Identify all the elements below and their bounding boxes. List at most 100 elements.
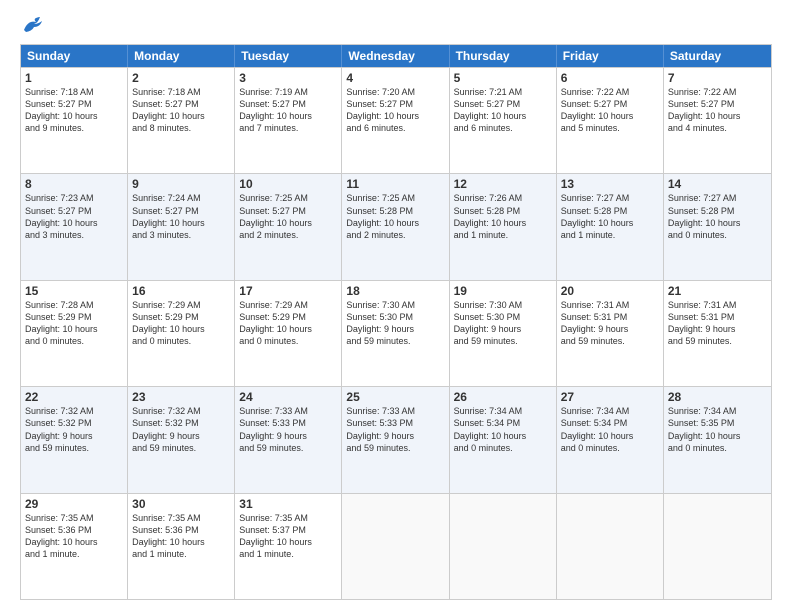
table-row: 11Sunrise: 7:25 AM Sunset: 5:28 PM Dayli… [342, 174, 449, 279]
day-number: 8 [25, 177, 123, 191]
cell-info: Sunrise: 7:26 AM Sunset: 5:28 PM Dayligh… [454, 192, 552, 241]
calendar-week-3: 15Sunrise: 7:28 AM Sunset: 5:29 PM Dayli… [21, 280, 771, 386]
header [20, 16, 772, 34]
table-row: 5Sunrise: 7:21 AM Sunset: 5:27 PM Daylig… [450, 68, 557, 173]
cell-info: Sunrise: 7:21 AM Sunset: 5:27 PM Dayligh… [454, 86, 552, 135]
day-number: 3 [239, 71, 337, 85]
cell-info: Sunrise: 7:27 AM Sunset: 5:28 PM Dayligh… [668, 192, 767, 241]
day-number: 16 [132, 284, 230, 298]
weekday-friday: Friday [557, 45, 664, 67]
day-number: 31 [239, 497, 337, 511]
cell-info: Sunrise: 7:30 AM Sunset: 5:30 PM Dayligh… [346, 299, 444, 348]
cell-info: Sunrise: 7:34 AM Sunset: 5:34 PM Dayligh… [561, 405, 659, 454]
weekday-wednesday: Wednesday [342, 45, 449, 67]
day-number: 30 [132, 497, 230, 511]
day-number: 19 [454, 284, 552, 298]
cell-info: Sunrise: 7:22 AM Sunset: 5:27 PM Dayligh… [561, 86, 659, 135]
cell-info: Sunrise: 7:20 AM Sunset: 5:27 PM Dayligh… [346, 86, 444, 135]
day-number: 25 [346, 390, 444, 404]
table-row [450, 494, 557, 599]
table-row: 16Sunrise: 7:29 AM Sunset: 5:29 PM Dayli… [128, 281, 235, 386]
calendar-week-5: 29Sunrise: 7:35 AM Sunset: 5:36 PM Dayli… [21, 493, 771, 599]
cell-info: Sunrise: 7:29 AM Sunset: 5:29 PM Dayligh… [239, 299, 337, 348]
day-number: 14 [668, 177, 767, 191]
table-row: 27Sunrise: 7:34 AM Sunset: 5:34 PM Dayli… [557, 387, 664, 492]
cell-info: Sunrise: 7:29 AM Sunset: 5:29 PM Dayligh… [132, 299, 230, 348]
table-row [342, 494, 449, 599]
cell-info: Sunrise: 7:18 AM Sunset: 5:27 PM Dayligh… [132, 86, 230, 135]
day-number: 9 [132, 177, 230, 191]
table-row: 7Sunrise: 7:22 AM Sunset: 5:27 PM Daylig… [664, 68, 771, 173]
cell-info: Sunrise: 7:25 AM Sunset: 5:28 PM Dayligh… [346, 192, 444, 241]
weekday-tuesday: Tuesday [235, 45, 342, 67]
table-row: 17Sunrise: 7:29 AM Sunset: 5:29 PM Dayli… [235, 281, 342, 386]
calendar-week-2: 8Sunrise: 7:23 AM Sunset: 5:27 PM Daylig… [21, 173, 771, 279]
calendar-week-4: 22 Sunrise: 7:32 AM Sunset: 5:32 PM Dayli… [21, 386, 771, 492]
table-row: 6Sunrise: 7:22 AM Sunset: 5:27 PM Daylig… [557, 68, 664, 173]
cell-info: Sunrise: 7:19 AM Sunset: 5:27 PM Dayligh… [239, 86, 337, 135]
weekday-monday: Monday [128, 45, 235, 67]
table-row [664, 494, 771, 599]
day-number: 13 [561, 177, 659, 191]
table-row: 26Sunrise: 7:34 AM Sunset: 5:34 PM Dayli… [450, 387, 557, 492]
table-row: 20Sunrise: 7:31 AM Sunset: 5:31 PM Dayli… [557, 281, 664, 386]
calendar: Sunday Monday Tuesday Wednesday Thursday… [20, 44, 772, 600]
cell-info: Sunrise: 7:27 AM Sunset: 5:28 PM Dayligh… [561, 192, 659, 241]
cell-info: Sunrise: 7:30 AM Sunset: 5:30 PM Dayligh… [454, 299, 552, 348]
day-number: 29 [25, 497, 123, 511]
table-row: 4Sunrise: 7:20 AM Sunset: 5:27 PM Daylig… [342, 68, 449, 173]
cell-info: Sunrise: 7:31 AM Sunset: 5:31 PM Dayligh… [668, 299, 767, 348]
cell-info: Sunrise: 7:34 AM Sunset: 5:35 PM Dayligh… [668, 405, 767, 454]
table-row: 22Sunrise: 7:32 AM Sunset: 5:32 PM Dayli… [21, 387, 128, 492]
table-row: 23Sunrise: 7:32 AM Sunset: 5:32 PM Dayli… [128, 387, 235, 492]
table-row: 25Sunrise: 7:33 AM Sunset: 5:33 PM Dayli… [342, 387, 449, 492]
cell-info: Sunrise: 7:25 AM Sunset: 5:27 PM Dayligh… [239, 192, 337, 241]
cell-info: Sunrise: 7:35 AM Sunset: 5:37 PM Dayligh… [239, 512, 337, 561]
calendar-body: 1Sunrise: 7:18 AM Sunset: 5:27 PM Daylig… [21, 67, 771, 599]
cell-info: Sunrise: 7:35 AM Sunset: 5:36 PM Dayligh… [25, 512, 123, 561]
weekday-thursday: Thursday [450, 45, 557, 67]
table-row: 21Sunrise: 7:31 AM Sunset: 5:31 PM Dayli… [664, 281, 771, 386]
day-number: 18 [346, 284, 444, 298]
weekday-saturday: Saturday [664, 45, 771, 67]
day-number: 20 [561, 284, 659, 298]
day-number: 17 [239, 284, 337, 298]
table-row: 28Sunrise: 7:34 AM Sunset: 5:35 PM Dayli… [664, 387, 771, 492]
table-row: 19Sunrise: 7:30 AM Sunset: 5:30 PM Dayli… [450, 281, 557, 386]
day-number: 27 [561, 390, 659, 404]
page: Sunday Monday Tuesday Wednesday Thursday… [0, 0, 792, 612]
table-row: 13Sunrise: 7:27 AM Sunset: 5:28 PM Dayli… [557, 174, 664, 279]
day-number: 24 [239, 390, 337, 404]
table-row: 2Sunrise: 7:18 AM Sunset: 5:27 PM Daylig… [128, 68, 235, 173]
table-row: 3Sunrise: 7:19 AM Sunset: 5:27 PM Daylig… [235, 68, 342, 173]
cell-info: Sunrise: 7:24 AM Sunset: 5:27 PM Dayligh… [132, 192, 230, 241]
day-number: 15 [25, 284, 123, 298]
day-number: 23 [132, 390, 230, 404]
day-number: 7 [668, 71, 767, 85]
day-number: 22 [25, 390, 123, 404]
cell-info: Sunrise: 7:31 AM Sunset: 5:31 PM Dayligh… [561, 299, 659, 348]
table-row: 9Sunrise: 7:24 AM Sunset: 5:27 PM Daylig… [128, 174, 235, 279]
table-row: 31Sunrise: 7:35 AM Sunset: 5:37 PM Dayli… [235, 494, 342, 599]
cell-info: Sunrise: 7:22 AM Sunset: 5:27 PM Dayligh… [668, 86, 767, 135]
day-number: 12 [454, 177, 552, 191]
day-number: 28 [668, 390, 767, 404]
cell-info: Sunrise: 7:28 AM Sunset: 5:29 PM Dayligh… [25, 299, 123, 348]
table-row: 12Sunrise: 7:26 AM Sunset: 5:28 PM Dayli… [450, 174, 557, 279]
day-number: 6 [561, 71, 659, 85]
cell-info: Sunrise: 7:35 AM Sunset: 5:36 PM Dayligh… [132, 512, 230, 561]
cell-info: Sunrise: 7:32 AM Sunset: 5:32 PM Dayligh… [132, 405, 230, 454]
calendar-week-1: 1Sunrise: 7:18 AM Sunset: 5:27 PM Daylig… [21, 67, 771, 173]
logo-bird-icon [22, 16, 44, 34]
table-row: 18Sunrise: 7:30 AM Sunset: 5:30 PM Dayli… [342, 281, 449, 386]
day-number: 26 [454, 390, 552, 404]
day-number: 2 [132, 71, 230, 85]
table-row: 10Sunrise: 7:25 AM Sunset: 5:27 PM Dayli… [235, 174, 342, 279]
day-number: 4 [346, 71, 444, 85]
logo [20, 16, 44, 34]
weekday-sunday: Sunday [21, 45, 128, 67]
day-number: 21 [668, 284, 767, 298]
table-row: 30Sunrise: 7:35 AM Sunset: 5:36 PM Dayli… [128, 494, 235, 599]
table-row: 29Sunrise: 7:35 AM Sunset: 5:36 PM Dayli… [21, 494, 128, 599]
table-row [557, 494, 664, 599]
